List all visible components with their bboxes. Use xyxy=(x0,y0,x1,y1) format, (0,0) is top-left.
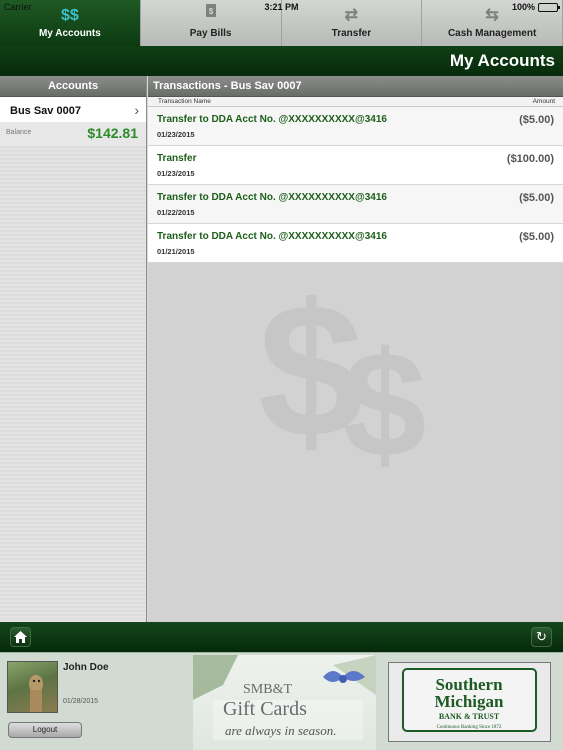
battery-indicator: 100% xyxy=(511,2,560,12)
gift-ad-title: Gift Cards xyxy=(223,698,307,720)
transaction-name: Transfer to DDA Acct No. @XXXXXXXXXX@341… xyxy=(157,192,387,203)
transaction-name: Transfer to DDA Acct No. @XXXXXXXXXX@341… xyxy=(157,114,387,125)
transaction-row[interactable]: Transfer 01/23/2015 ($100.00) xyxy=(148,146,563,185)
svg-text:$: $ xyxy=(343,320,426,471)
column-transaction-name: Transaction Name xyxy=(158,98,211,105)
status-bar: Carrier 3:21 PM 100% xyxy=(0,0,563,14)
avatar xyxy=(7,661,58,713)
transaction-amount: ($100.00) xyxy=(506,153,554,165)
footer: John Doe 01/28/2015 Logout SMB&T Gift Ca… xyxy=(0,652,563,750)
refresh-button[interactable]: ↻ xyxy=(531,627,552,647)
gift-cards-ad[interactable]: SMB&T Gift Cards are always in season. xyxy=(193,655,376,750)
logout-button[interactable]: Logout xyxy=(8,722,82,738)
status-time: 3:21 PM xyxy=(264,2,299,12)
transactions-panel: Transactions - Bus Sav 0007 Transaction … xyxy=(148,76,563,622)
dollar-watermark-icon: $ $ xyxy=(258,271,426,471)
home-button[interactable] xyxy=(10,627,31,647)
chevron-right-icon: › xyxy=(134,102,139,118)
column-header: Transaction Name Amount xyxy=(148,97,563,107)
gift-ad-brand: SMB&T xyxy=(243,682,292,697)
transaction-name: Transfer xyxy=(157,153,197,164)
title-band: My Accounts xyxy=(0,46,563,76)
user-name: John Doe xyxy=(63,662,109,673)
bank-logo: Southern Michigan BANK & TRUST Continuou… xyxy=(402,668,537,732)
tab-label: Pay Bills xyxy=(189,28,232,39)
transaction-amount: ($5.00) xyxy=(519,192,554,204)
bank-name-line3: BANK & TRUST xyxy=(439,712,500,721)
balance-value: $142.81 xyxy=(87,125,138,141)
accounts-header: Accounts xyxy=(0,76,146,97)
bottom-toolbar: ↻ xyxy=(0,622,563,652)
tab-label: My Accounts xyxy=(38,28,101,39)
tab-label: Cash Management xyxy=(447,28,537,39)
accounts-panel: Accounts Bus Sav 0007 › Balance $142.81 xyxy=(0,76,147,622)
transactions-header: Transactions - Bus Sav 0007 xyxy=(148,76,563,97)
bank-logo-ad[interactable]: Southern Michigan BANK & TRUST Continuou… xyxy=(388,662,551,742)
transaction-amount: ($5.00) xyxy=(519,114,554,126)
transaction-row[interactable]: Transfer to DDA Acct No. @XXXXXXXXXX@341… xyxy=(148,107,563,146)
transaction-name: Transfer to DDA Acct No. @XXXXXXXXXX@341… xyxy=(157,231,387,242)
transaction-date: 01/23/2015 xyxy=(157,169,195,178)
refresh-icon: ↻ xyxy=(536,629,547,644)
column-amount: Amount xyxy=(532,98,555,105)
transaction-date: 01/22/2015 xyxy=(157,208,195,217)
transaction-row[interactable]: Transfer to DDA Acct No. @XXXXXXXXXX@341… xyxy=(148,185,563,224)
bank-name-line2: Michigan xyxy=(435,692,504,711)
battery-percent: 100% xyxy=(511,2,535,12)
gift-cards-banner: SMB&T Gift Cards are always in season. xyxy=(193,655,376,740)
transaction-date: 01/23/2015 xyxy=(157,130,195,139)
page-title: My Accounts xyxy=(449,51,555,70)
transaction-amount: ($5.00) xyxy=(519,231,554,243)
transaction-list: Transfer to DDA Acct No. @XXXXXXXXXX@341… xyxy=(148,107,563,263)
home-icon xyxy=(14,631,27,643)
balance-label: Balance xyxy=(6,129,32,136)
battery-icon xyxy=(538,2,560,12)
transaction-row[interactable]: Transfer to DDA Acct No. @XXXXXXXXXX@341… xyxy=(148,224,563,263)
bank-tagline: Continuous Banking Since 1872 xyxy=(437,725,502,730)
user-date: 01/28/2015 xyxy=(63,698,99,705)
tab-label: Transfer xyxy=(331,28,372,39)
account-item[interactable]: Bus Sav 0007 › Balance $142.81 xyxy=(0,97,146,146)
account-name: Bus Sav 0007 xyxy=(10,105,81,117)
balance-row: Balance $142.81 xyxy=(0,122,146,146)
gift-ad-tagline: are always in season. xyxy=(225,723,336,738)
transaction-date: 01/21/2015 xyxy=(157,247,195,256)
